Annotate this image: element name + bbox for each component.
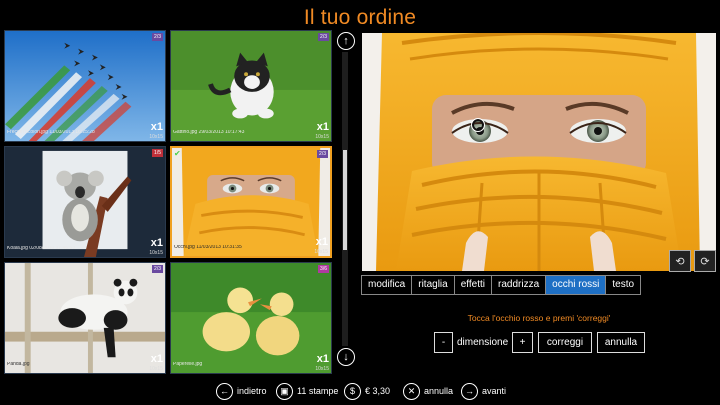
- arrow-right-icon: →: [461, 382, 478, 400]
- forward-button[interactable]: → avanti: [461, 381, 506, 401]
- thumb-quantity: x1: [316, 353, 329, 365]
- cancel-order-button[interactable]: ✕ annulla: [403, 381, 453, 401]
- thumb-badge: 2/3: [318, 33, 329, 41]
- thumb-image: [171, 31, 331, 141]
- thumb-filename: Koala.jpg 02/08/2010 17:46:53: [7, 246, 76, 251]
- thumb-badge: 2/3: [152, 265, 163, 273]
- tab-effetti[interactable]: effetti: [454, 276, 492, 294]
- photo-thumb-panda[interactable]: 2/3 Panda.jpg x1 10x15: [4, 262, 166, 374]
- preview-image: [362, 33, 716, 271]
- thumb-size: 10x15: [315, 366, 329, 372]
- tab-raddrizza[interactable]: raddrizza: [492, 276, 547, 294]
- arrow-down-icon: ↓: [343, 350, 349, 363]
- thumb-image: [5, 263, 165, 373]
- thumb-quantity: x1: [150, 121, 163, 133]
- check-icon: ✔: [174, 149, 181, 158]
- thumb-filename: Panda.jpg: [7, 362, 30, 367]
- dimension-label: dimensione: [457, 337, 509, 348]
- thumb-image: [171, 263, 331, 373]
- instruction-text: Tocca l'occhio rosso e premi 'correggi': [467, 313, 611, 323]
- photo-thumb-frecce[interactable]: 2/3 FrecceTricolori.jpg 11/03/2013 16:25…: [4, 30, 166, 142]
- arrow-up-icon: ↑: [343, 34, 349, 47]
- rotate-right-button[interactable]: ⟳: [694, 250, 716, 272]
- forward-label: avanti: [482, 386, 507, 396]
- thumb-filename: Occhi.jpg 11/03/2013 10:31:35: [174, 245, 242, 250]
- thumb-size: 10x15: [315, 134, 329, 140]
- photo-thumb-paperelle[interactable]: 3/6 Paperelle.jpg x1 10x15: [170, 262, 332, 374]
- edit-tabs: modifica ritaglia effetti raddrizza occh…: [361, 275, 642, 295]
- price-label: € 3,30: [365, 386, 391, 396]
- cancel-edit-button[interactable]: annulla: [597, 332, 645, 353]
- thumb-quantity: x1: [150, 237, 163, 249]
- cancel-label: annulla: [424, 386, 454, 396]
- thumb-quantity: x1: [150, 353, 163, 365]
- fix-button[interactable]: correggi: [538, 332, 592, 353]
- photo-preview[interactable]: [362, 33, 716, 271]
- thumb-badge: 2/3: [317, 150, 328, 158]
- thumb-image: [5, 31, 165, 141]
- thumb-size: 10x15: [149, 134, 163, 140]
- prints-icon: ▣: [276, 382, 293, 400]
- thumb-badge: 3/6: [318, 265, 329, 273]
- thumb-quantity: x1: [316, 121, 329, 133]
- prints-button[interactable]: ▣ 11 stampe: [276, 381, 338, 401]
- thumb-badge: 1/5: [152, 149, 163, 157]
- scroll-down-button[interactable]: ↓: [337, 348, 355, 366]
- page-title: Il tuo ordine: [303, 6, 417, 29]
- thumb-size: 10x15: [149, 250, 163, 256]
- thumb-image: [5, 147, 165, 257]
- bottom-bar: ← indietro ▣ 11 stampe $ € 3,30 ✕ annull…: [0, 377, 720, 405]
- rotate-left-button[interactable]: ⟲: [669, 250, 691, 272]
- thumb-filename: FrecceTricolori.jpg 11/03/2013 16:25:28: [7, 130, 95, 135]
- thumb-size: 10x15: [314, 249, 328, 255]
- thumb-image: [172, 148, 330, 256]
- arrow-left-icon: ←: [216, 382, 233, 400]
- tab-testo[interactable]: testo: [606, 276, 641, 294]
- scroll-up-button[interactable]: ↑: [337, 32, 355, 50]
- close-icon: ✕: [403, 382, 420, 400]
- thumb-size: 10x15: [149, 366, 163, 372]
- prints-label: 11 stampe: [297, 386, 339, 396]
- photo-thumb-occhi-selected[interactable]: ✔ 2/3 Occhi.jpg 11/03/2013 10:31:35 x1 1…: [170, 146, 332, 258]
- rotate-left-icon: ⟲: [675, 255, 685, 268]
- rotate-right-icon: ⟳: [700, 255, 710, 268]
- photo-thumb-gattino[interactable]: 2/3 Gattino.jpg 29/03/2013 10:17:43 x1 1…: [170, 30, 332, 142]
- increase-size-button[interactable]: +: [512, 332, 533, 353]
- photo-thumb-koala[interactable]: 1/5 Koala.jpg 02/08/2010 17:46:53 x1 10x…: [4, 146, 166, 258]
- scrollbar-thumb[interactable]: [343, 150, 347, 250]
- back-label: indietro: [237, 386, 267, 396]
- thumb-badge: 2/3: [152, 33, 163, 41]
- price-button[interactable]: $ € 3,30: [344, 381, 390, 401]
- back-button[interactable]: ← indietro: [216, 381, 267, 401]
- thumb-filename: Gattino.jpg 29/03/2013 10:17:43: [173, 130, 245, 135]
- coins-icon: $: [344, 382, 361, 400]
- thumb-filename: Paperelle.jpg: [173, 362, 203, 367]
- tab-occhi-rossi[interactable]: occhi rossi: [546, 276, 607, 294]
- tab-modifica[interactable]: modifica: [362, 276, 413, 294]
- thumb-quantity: x1: [315, 236, 328, 248]
- thumbnail-grid: 2/3 FrecceTricolori.jpg 11/03/2013 16:25…: [4, 30, 334, 374]
- tab-ritaglia[interactable]: ritaglia: [412, 276, 455, 294]
- decrease-size-button[interactable]: -: [434, 332, 453, 353]
